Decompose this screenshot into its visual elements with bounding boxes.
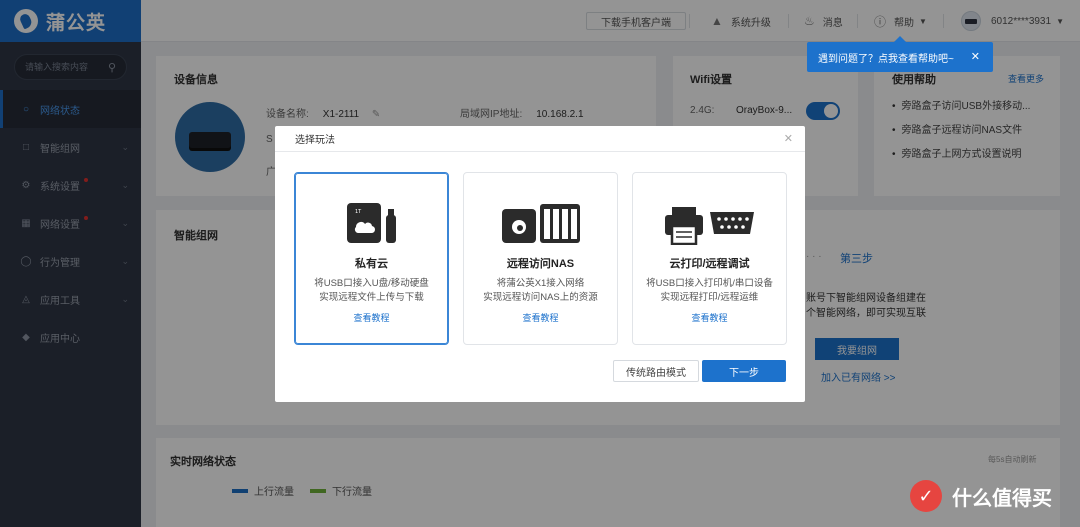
svg-text:1T: 1T [355, 209, 362, 215]
option-desc-2: 实现远程文件上传与下载 [319, 292, 424, 303]
view-tutorial-link[interactable]: 查看教程 [295, 311, 448, 324]
help-tooltip-text: 遇到问题了？点我查看帮助吧~ [818, 53, 954, 65]
option-title: 私有云 [355, 258, 388, 270]
option-private-cloud[interactable]: 1T 私有云 将USB口接入U盘/移动硬盘 实现远程文件上传与下载 查看教程 [294, 172, 449, 345]
option-desc-1: 将USB口接入打印机/串口设备 [646, 278, 773, 289]
private-cloud-icon: 1T [295, 201, 448, 245]
option-title: 云打印/远程调试 [669, 258, 750, 270]
option-desc-2: 实现远程访问NAS上的资源 [483, 292, 598, 303]
option-title: 远程访问NAS [506, 258, 575, 270]
help-tooltip[interactable]: 遇到问题了？点我查看帮助吧~ ✕ [807, 36, 993, 72]
dialog-title: 选择玩法 [295, 135, 335, 146]
traditional-router-mode-button[interactable]: 传统路由模式 [613, 360, 699, 382]
close-icon[interactable]: ✕ [784, 132, 793, 145]
view-tutorial-link[interactable]: 查看教程 [633, 311, 786, 324]
watermark: ✓ 什么值得买 [910, 480, 1052, 512]
option-desc-1: 将USB口接入U盘/移动硬盘 [314, 278, 429, 289]
close-icon[interactable]: ✕ [971, 50, 980, 63]
option-desc-2: 实现远程打印/远程运维 [660, 292, 759, 303]
next-step-button[interactable]: 下一步 [702, 360, 786, 382]
option-desc-1: 将蒲公英X1接入网络 [496, 278, 585, 289]
watermark-logo-icon: ✓ [910, 480, 942, 512]
option-cloud-print[interactable]: 云打印/远程调试 将USB口接入打印机/串口设备 实现远程打印/远程运维 查看教… [632, 172, 787, 345]
view-tutorial-link[interactable]: 查看教程 [464, 311, 617, 324]
printer-icon [633, 201, 786, 246]
dialog-header: 选择玩法 ✕ [275, 126, 805, 152]
nas-icon [464, 201, 617, 245]
option-remote-nas[interactable]: 远程访问NAS 将蒲公英X1接入网络 实现远程访问NAS上的资源 查看教程 [463, 172, 618, 345]
select-mode-dialog: 选择玩法 ✕ 1T 私有云 将USB口接入U盘/移动硬盘 实现远程文件上传与下载… [275, 126, 805, 402]
watermark-text: 什么值得买 [952, 487, 1052, 510]
